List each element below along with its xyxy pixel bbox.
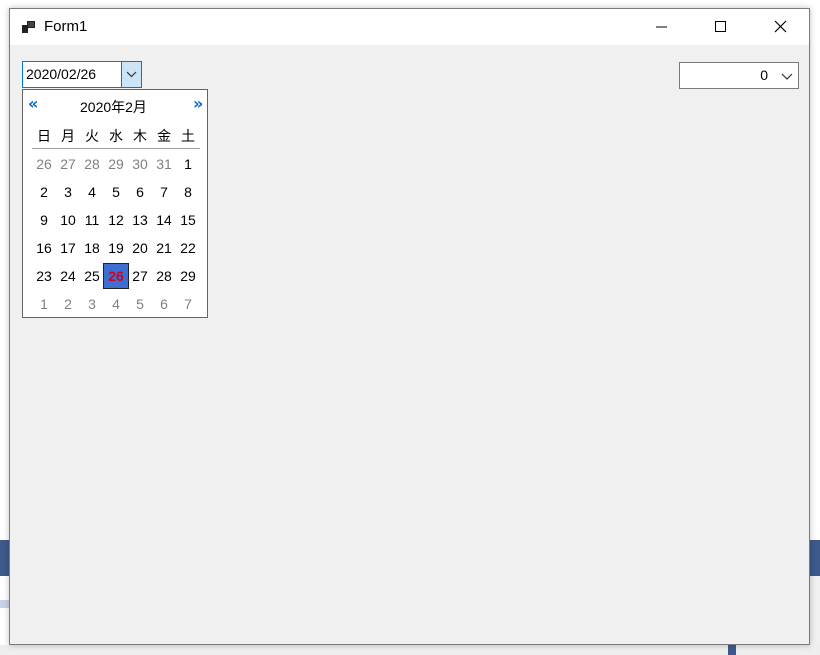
window-title: Form1	[44, 18, 88, 35]
calendar-day[interactable]: 17	[56, 236, 80, 260]
calendar-day[interactable]: 22	[176, 236, 200, 260]
calendar-day[interactable]: 3	[56, 180, 80, 204]
calendar-day[interactable]: 13	[128, 208, 152, 232]
calendar-header: « 2020年2月 »	[23, 90, 207, 120]
calendar-day[interactable]: 7	[152, 180, 176, 204]
calendar-day[interactable]: 24	[56, 264, 80, 288]
calendar-day[interactable]: 27	[128, 264, 152, 288]
calendar-day[interactable]: 7	[176, 292, 200, 316]
calendar-day[interactable]: 2	[56, 292, 80, 316]
calendar-day[interactable]: 8	[176, 180, 200, 204]
background-panel	[728, 645, 736, 655]
minimize-icon	[656, 26, 667, 28]
number-combobox[interactable]: 0	[679, 62, 799, 89]
calendar-day[interactable]: 30	[128, 152, 152, 176]
date-picker[interactable]: 2020/02/26	[22, 61, 142, 88]
next-month-button[interactable]: »	[193, 94, 203, 113]
weekday-header: 日 月 火 水 木 金 土	[32, 126, 200, 149]
app-icon	[22, 21, 35, 33]
calendar-day[interactable]: 25	[80, 264, 104, 288]
maximize-button[interactable]	[691, 9, 749, 45]
weekday-label: 土	[181, 129, 195, 145]
close-icon	[774, 20, 787, 33]
calendar-month-title[interactable]: 2020年2月	[80, 97, 147, 117]
calendar-day[interactable]: 28	[152, 264, 176, 288]
calendar-day[interactable]: 21	[152, 236, 176, 260]
selected-day-label: 26	[108, 268, 124, 284]
calendar-day[interactable]: 16	[32, 236, 56, 260]
background-strip	[0, 645, 820, 655]
previous-month-button[interactable]: «	[28, 94, 38, 113]
weekday-label: 月	[61, 129, 75, 145]
calendar-day[interactable]: 10	[56, 208, 80, 232]
weekday-label: 水	[109, 129, 123, 145]
calendar-day[interactable]: 15	[176, 208, 200, 232]
weekday-label: 日	[37, 129, 51, 145]
weekday-label: 金	[157, 129, 171, 145]
weekday-label: 木	[133, 129, 147, 145]
calendar-day[interactable]: 1	[176, 152, 200, 176]
combobox-value: 0	[760, 67, 768, 83]
calendar-day[interactable]: 12	[104, 208, 128, 232]
calendar-day[interactable]: 9	[32, 208, 56, 232]
calendar-day[interactable]: 4	[104, 292, 128, 316]
calendar-day[interactable]: 29	[104, 152, 128, 176]
background-panel	[810, 540, 820, 576]
maximize-icon	[715, 21, 726, 32]
date-picker-value[interactable]: 2020/02/26	[26, 66, 96, 82]
calendar-day[interactable]: 3	[80, 292, 104, 316]
calendar-day[interactable]: 6	[152, 292, 176, 316]
calendar-day[interactable]: 18	[80, 236, 104, 260]
calendar-day[interactable]: 28	[80, 152, 104, 176]
calendar-day[interactable]: 20	[128, 236, 152, 260]
calendar-day[interactable]: 6	[128, 180, 152, 204]
close-button[interactable]	[751, 9, 809, 45]
form-window: Form1 2020/02/26 « 2020年2月 » 日 月 火 水 木 金…	[9, 8, 810, 645]
background-panel	[810, 576, 820, 655]
calendar-day[interactable]: 23	[32, 264, 56, 288]
title-bar[interactable]: Form1	[10, 9, 809, 45]
calendar-day[interactable]: 11	[80, 208, 104, 232]
calendar-dropdown: « 2020年2月 » 日 月 火 水 木 金 土 26 27 28 29 30…	[22, 89, 208, 318]
calendar-day-selected[interactable]: 26	[103, 263, 129, 289]
calendar-day[interactable]: 4	[80, 180, 104, 204]
calendar-day[interactable]: 14	[152, 208, 176, 232]
calendar-day[interactable]: 26	[32, 152, 56, 176]
calendar-day[interactable]: 27	[56, 152, 80, 176]
calendar-day[interactable]: 19	[104, 236, 128, 260]
chevron-down-icon[interactable]	[780, 69, 794, 83]
date-picker-dropdown-button[interactable]	[121, 62, 141, 87]
calendar-day[interactable]: 2	[32, 180, 56, 204]
calendar-day[interactable]: 29	[176, 264, 200, 288]
minimize-button[interactable]	[633, 9, 691, 45]
weekday-label: 火	[85, 129, 99, 145]
chevron-down-icon	[126, 71, 137, 78]
calendar-day[interactable]: 1	[32, 292, 56, 316]
calendar-day[interactable]: 31	[152, 152, 176, 176]
calendar-day[interactable]: 5	[104, 180, 128, 204]
calendar-day[interactable]: 5	[128, 292, 152, 316]
